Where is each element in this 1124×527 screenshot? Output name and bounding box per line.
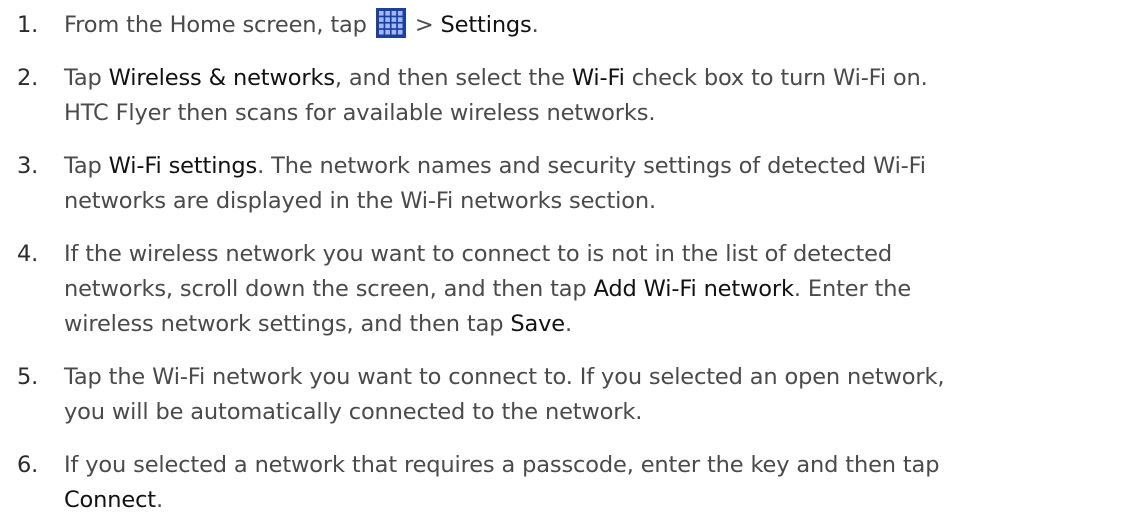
step-text-segment: networks, scroll down the screen, and th… [64, 276, 594, 302]
ui-term: Wireless & networks [108, 65, 335, 91]
step-line: Tap Wi-Fi settings. The network names an… [64, 149, 1094, 184]
step-line: you will be automatically connected to t… [64, 395, 1094, 430]
step-text-segment: Tap [64, 65, 109, 91]
ui-term: Save [510, 311, 566, 337]
step-text: From the Home screen, tap > Settings. [64, 8, 1094, 43]
step-line: If the wireless network you want to conn… [64, 237, 1094, 272]
step-number: 6. [17, 452, 39, 478]
step-item: 2. Tap Wireless & networks, and then sele… [0, 61, 1124, 131]
step-text-segment: Tap the Wi-Fi network you want to connec… [64, 364, 945, 390]
step-line: Tap Wireless & networks, and then select… [64, 61, 1094, 96]
step-line: HTC Flyer then scans for available wirel… [64, 96, 1094, 131]
step-text-segment: From the Home screen, tap [64, 12, 374, 38]
step-text-segment: HTC Flyer then scans for available wirel… [64, 100, 656, 126]
step-text-segment: > [407, 12, 441, 38]
step-text-segment: wireless network settings, and then tap [64, 311, 511, 337]
step-text: Tap Wi-Fi settings. The network names an… [64, 149, 1094, 219]
step-line: networks are displayed in the Wi-Fi netw… [64, 184, 1094, 219]
step-item: 3. Tap Wi-Fi settings. The network names … [0, 149, 1124, 219]
step-number: 1. [17, 12, 39, 38]
step-line: If you selected a network that requires … [64, 448, 1094, 483]
step-line: networks, scroll down the screen, and th… [64, 272, 1094, 307]
step-text-segment: If the wireless network you want to conn… [64, 241, 892, 267]
step-number: 2. [17, 65, 39, 91]
step-text-segment: If you selected a network that requires … [64, 452, 940, 478]
step-text: If the wireless network you want to conn… [64, 237, 1094, 342]
step-number: 4. [17, 241, 39, 267]
step-text: Tap Wireless & networks, and then select… [64, 61, 1094, 131]
ui-term: Settings [440, 12, 532, 38]
step-number: 3. [17, 153, 39, 179]
step-text-segment: Tap [64, 153, 109, 179]
step-text-segment: you will be automatically connected to t… [64, 399, 643, 425]
step-line: From the Home screen, tap > Settings. [64, 8, 1094, 43]
ui-term: Wi-Fi settings [108, 153, 258, 179]
step-text-segment: . [565, 311, 573, 337]
step-item: 4. If the wireless network you want to co… [0, 237, 1124, 342]
step-line: Connect. [64, 483, 1094, 518]
step-item: 5. Tap the Wi-Fi network you want to conn… [0, 360, 1124, 430]
step-text-segment: check box to turn Wi-Fi on. [624, 65, 928, 91]
ui-term: Connect [64, 487, 156, 513]
all-apps-grid-icon [375, 8, 406, 38]
step-number: 5. [17, 364, 39, 390]
step-text-segment: . Enter the [793, 276, 912, 302]
ui-term: Add Wi-Fi network [593, 276, 795, 302]
step-text-segment: . The network names and security setting… [257, 153, 926, 179]
step-text: Tap the Wi-Fi network you want to connec… [64, 360, 1094, 430]
step-text-segment: . [531, 12, 539, 38]
step-text: If you selected a network that requires … [64, 448, 1094, 518]
step-line: Tap the Wi-Fi network you want to connec… [64, 360, 1094, 395]
step-item: 1. From the Home screen, tap > Settings. [0, 8, 1124, 43]
step-text-segment: . [155, 487, 163, 513]
steps-list: 1. From the Home screen, tap > Settings. 2… [0, 8, 1124, 518]
step-text-segment: , and then select the [334, 65, 572, 91]
step-line: wireless network settings, and then tap … [64, 307, 1094, 342]
step-item: 6. If you selected a network that require… [0, 448, 1124, 518]
instruction-document: 1. From the Home screen, tap > Settings. 2… [0, 0, 1124, 527]
ui-term: Wi-Fi [571, 65, 625, 91]
step-text-segment: networks are displayed in the Wi-Fi netw… [64, 188, 657, 214]
